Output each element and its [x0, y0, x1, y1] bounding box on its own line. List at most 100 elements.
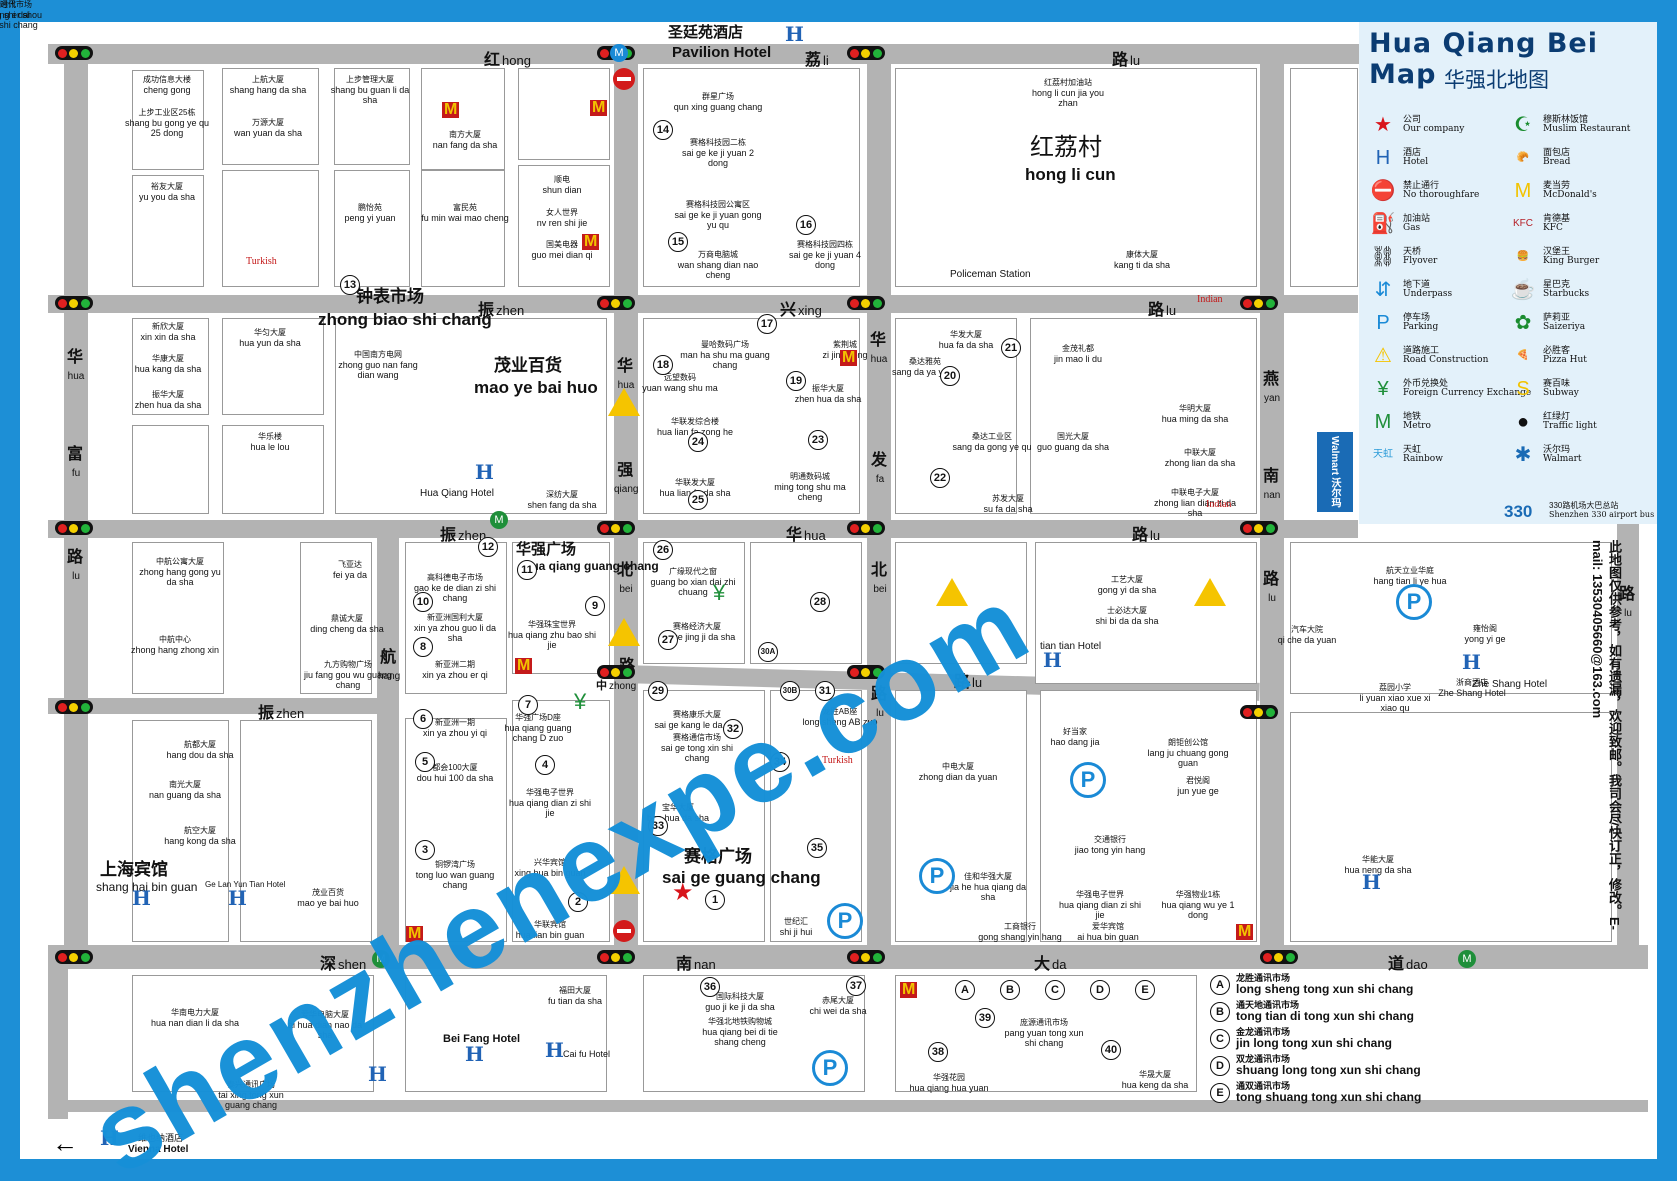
building-label-en: hua qiang wu ye 1 dong	[1161, 900, 1235, 920]
legend-label-en: Walmart	[1543, 454, 1582, 464]
building-label: 华强花园 hua qiang hua yuan	[904, 1073, 994, 1093]
legend-item: ✿ 萨莉亚 Saizeriya	[1509, 308, 1649, 338]
building-label-zh: 群星广场	[702, 92, 734, 101]
exchange-icon: ¥	[1377, 378, 1389, 400]
traffic-light-icon	[1240, 521, 1278, 535]
building-label-zh: 中航中心	[159, 635, 191, 644]
building-label-en: hua qiang zhu bao shi jie	[507, 630, 597, 650]
building-label: 华晟大厦 hua keng da sha	[1110, 1070, 1200, 1090]
legend-item: 天虹 天虹 Rainbow	[1369, 440, 1509, 470]
legend-footer-en: Shenzhen 330 airport bus	[1549, 510, 1655, 519]
building-label: 南方大厦 nan fang da sha	[420, 130, 510, 150]
building-label-zh: 茂业百货	[312, 888, 344, 897]
parking-icon: P	[1376, 312, 1390, 334]
walmart-icon: ✱	[1514, 444, 1532, 466]
building-label-zh: 赤尾大厦	[822, 996, 854, 1005]
building-label: 赤尾大厦 chi wei da sha	[793, 996, 883, 1016]
exchange-icon: ¥	[574, 689, 587, 714]
building-label-zh: 航都大厦	[184, 740, 216, 749]
hotel-icon: H	[368, 1062, 387, 1086]
building-label-en: fu tian da sha	[547, 996, 603, 1006]
maoye-zh: 茂业百货	[494, 356, 562, 375]
road-label-huafu-hua: 华 hua	[67, 349, 85, 382]
hotel-icon: H	[785, 22, 804, 46]
building-label-en: zhong hang zhong xin	[130, 645, 220, 655]
kfc-icon: KFC	[1513, 218, 1533, 229]
mcdonalds-icon: M	[900, 981, 918, 998]
building-label-en: sai ge ke ji yuan gong yu qu	[674, 210, 762, 230]
building-label-zh: 航空大厦	[184, 826, 216, 835]
building-label: 桑达工业区 sang da gong ye qu	[947, 432, 1037, 452]
road-label-hong: 红 hong	[484, 52, 531, 69]
traffic-light-icon	[847, 46, 885, 60]
building-label-zh: 九方购物广场	[324, 660, 372, 669]
market-marker-e: E	[1135, 980, 1155, 1000]
building-label-en: mao ye bai huo	[297, 898, 359, 908]
traffic-light-icon	[55, 700, 93, 714]
hotel-icon: H	[228, 886, 247, 910]
legend-item: P 停车场 Parking	[1369, 308, 1509, 338]
building-label-en: jin mao li du	[1053, 354, 1103, 364]
mcdonalds-icon: M	[590, 99, 608, 116]
building-label-zh: 明通数码城	[790, 472, 830, 481]
traffic-light-icon	[597, 296, 635, 310]
road-west-bottom	[48, 969, 68, 1119]
building-label-zh: 广缘现代之窗	[669, 567, 717, 576]
building-label: 康体大厦 kang ti da sha	[1097, 250, 1187, 270]
road-huafu	[64, 44, 88, 969]
market-marker-e: E	[1210, 1083, 1230, 1103]
poi-number-marker: 7	[518, 695, 538, 715]
building-label-en: hua keng da sha	[1121, 1080, 1189, 1090]
building-label-en: guo mei dian qi	[531, 250, 593, 260]
building-label-zh: 新亚洲二期	[435, 660, 475, 669]
side-note: 此地图仅供参考，如有遗漏，欢迎致邮。我司会尽快订正，修改。E-mail: 135…	[1590, 540, 1622, 930]
poi-number-marker: 1	[705, 890, 725, 910]
market-marker-c: C	[1045, 980, 1065, 1000]
poi-number-marker: 35	[807, 838, 827, 858]
building-label-zh: 航天立业华庭	[1386, 566, 1434, 575]
building-label-zh: 国光大厦	[1057, 432, 1089, 441]
poi-number-marker: 38	[928, 1042, 948, 1062]
traffic-light-icon	[55, 46, 93, 60]
building-label-en: hua qiang bei di tie shang cheng	[702, 1027, 778, 1047]
building-label: 深纺大厦 shen fang da sha	[517, 490, 607, 510]
poi-number-marker: 37	[846, 976, 866, 996]
left-arrow-icon: ←	[52, 1128, 78, 1158]
building-label-zh: 华强电子世界	[1076, 890, 1124, 899]
building-label-en: hang kong da sha	[164, 836, 236, 846]
road-label-zhenzhong-zhen: 振 zhen	[258, 705, 305, 722]
road-yannan	[1260, 44, 1284, 969]
poi-number-marker: 19	[786, 371, 806, 391]
poi-number-marker: 18	[653, 355, 673, 375]
market-label-en: tong tian di tong xun shi chang	[1236, 1009, 1414, 1023]
building-label: 士必达大厦 shi bi da da sha	[1082, 606, 1172, 626]
building-label: 赛格科技园公寓区 sai ge ke ji yuan gong yu qu	[673, 200, 763, 230]
building-label-zh: 深纺大厦	[546, 490, 578, 499]
building-label-zh: 中联电子大厦	[1171, 488, 1219, 497]
building-label-zh: 庞源通讯市场	[1020, 1018, 1068, 1027]
building-label-en: kang ti da sha	[1113, 260, 1171, 270]
building-label: 九方购物广场 jiu fang gou wu guang chang	[303, 660, 393, 690]
building-label: 华强珠宝世界 hua qiang zhu bao shi jie	[507, 620, 597, 650]
building-label-zh: 中国南方电网	[354, 350, 402, 359]
market-marker-c: C	[1210, 1029, 1230, 1049]
block	[421, 170, 505, 287]
building-label-zh: 长城二手通讯市场	[0, 0, 32, 9]
metro-icon: M	[490, 511, 508, 529]
road-label-huafa-bei: 北 bei	[871, 562, 888, 595]
poi-number-marker: 11	[517, 560, 537, 580]
building-label-zh: 苏发大厦	[992, 494, 1024, 503]
road-label-yan: 燕 yan	[1263, 371, 1281, 404]
hotel-icon: H	[545, 1038, 564, 1062]
building-label-en: qun xing guang chang	[673, 102, 763, 112]
traffic-light-icon	[55, 296, 93, 310]
huaqiang-guangchang-en: hua qiang guang chang	[524, 559, 659, 573]
walmart-label: Walmart 沃尔玛	[1329, 436, 1340, 508]
building-label-zh: 华强花园	[933, 1073, 965, 1082]
building-label-zh: 桑达工业区	[972, 432, 1012, 441]
building-label-en: xin xin da sha	[140, 332, 196, 342]
hotel-icon: H	[132, 886, 151, 910]
traffic-light-icon	[597, 665, 635, 679]
poi-number-marker: 40	[1101, 1040, 1121, 1060]
road-label-dao: 道 dao	[1388, 956, 1428, 973]
